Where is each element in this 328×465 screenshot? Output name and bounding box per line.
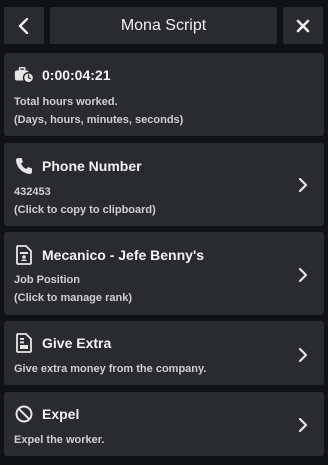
job-position-label: Job Position: [14, 274, 80, 286]
chevron-right-icon: [296, 268, 310, 282]
job-position-hint: (Click to manage rank): [14, 292, 132, 304]
give-extra-title: Give Extra: [42, 335, 112, 351]
job-position-title: Mecanico - Jefe Benny's: [42, 247, 205, 263]
expel-title: Expel: [42, 406, 80, 422]
close-button[interactable]: [283, 7, 323, 44]
hours-worked-title-row: 0:00:04:21: [14, 65, 111, 85]
chevron-right-icon: [296, 418, 310, 432]
chevron-right-icon: [296, 178, 310, 192]
back-button[interactable]: [4, 7, 44, 44]
phone-number-title-row: Phone Number: [14, 156, 142, 176]
hours-worked-card: 0:00:04:21 Total hours worked. (Days, ho…: [4, 53, 324, 136]
hours-worked-format: (Days, hours, minutes, seconds): [14, 114, 184, 126]
ban-icon: [14, 404, 34, 424]
expel-card[interactable]: Expel Expel the worker.: [4, 392, 324, 456]
expel-description: Expel the worker.: [14, 434, 105, 446]
chevron-right-icon: [296, 348, 310, 362]
give-extra-description: Give extra money from the company.: [14, 363, 207, 375]
give-extra-card[interactable]: Give Extra Give extra money from the com…: [4, 321, 324, 385]
badge-icon: [14, 245, 34, 265]
phone-number-value: 432453: [14, 186, 51, 198]
page-title: Mona Script: [50, 7, 277, 44]
job-position-card[interactable]: Mecanico - Jefe Benny's Job Position (Cl…: [4, 232, 324, 315]
hours-worked-value: 0:00:04:21: [42, 67, 111, 83]
phone-number-title: Phone Number: [42, 158, 142, 174]
briefcase-clock-icon: [14, 65, 34, 85]
job-position-title-row: Mecanico - Jefe Benny's: [14, 245, 204, 265]
money-document-icon: [14, 333, 34, 353]
phone-number-hint: (Click to copy to clipboard): [14, 204, 156, 216]
header: Mona Script: [4, 7, 324, 44]
phone-number-card[interactable]: Phone Number 432453 (Click to copy to cl…: [4, 143, 324, 226]
chevron-left-icon: [18, 17, 29, 34]
expel-title-row: Expel: [14, 404, 79, 424]
hours-worked-label: Total hours worked.: [14, 96, 118, 108]
close-icon: [296, 19, 310, 32]
give-extra-title-row: Give Extra: [14, 333, 111, 353]
phone-icon: [14, 156, 34, 176]
